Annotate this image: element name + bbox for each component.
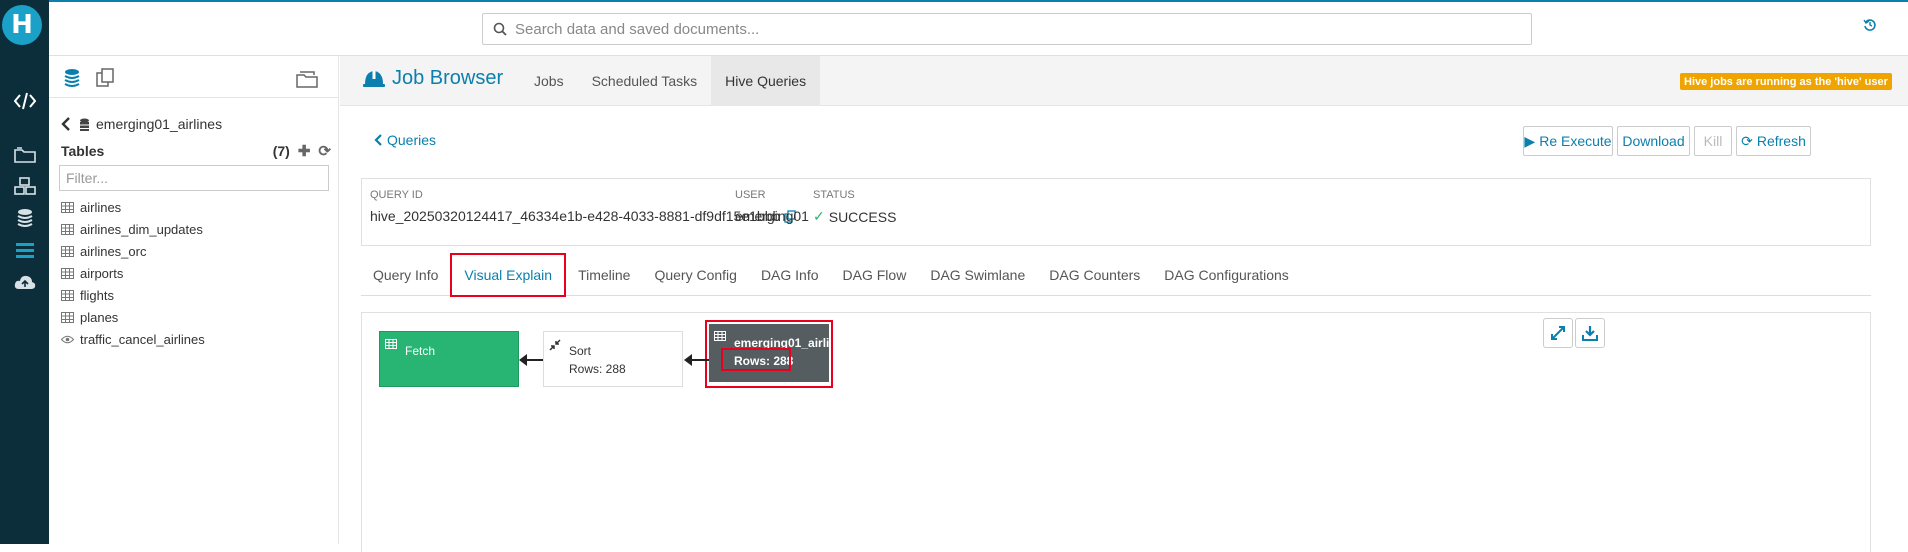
nav-jobs[interactable]: Jobs	[520, 56, 578, 106]
history-icon[interactable]	[1863, 18, 1877, 35]
node-rows: Rows: 288	[569, 362, 626, 376]
refresh-button[interactable]: ⟳ Refresh	[1736, 126, 1811, 156]
query-id-value: hive_20250320124417_46334e1b-e428-4033-8…	[370, 208, 781, 224]
tab-visual-explain[interactable]: Visual Explain	[450, 253, 567, 297]
view-eye-icon	[61, 335, 74, 343]
tab-dag-flow[interactable]: DAG Flow	[831, 254, 919, 296]
editor-code-icon[interactable]	[0, 87, 49, 115]
download-button[interactable]: Download	[1617, 126, 1690, 156]
kill-button[interactable]: Kill	[1694, 126, 1732, 156]
left-assist-panel: emerging01_airlines Tables (7) ✚ ⟳ Filte…	[49, 56, 339, 544]
table-icon	[385, 339, 397, 349]
user-section: USER emerging01	[735, 189, 809, 224]
table-item-planes[interactable]: planes	[61, 306, 331, 328]
query-summary-box: QUERY ID hive_20250320124417_46334e1b-e4…	[361, 178, 1871, 246]
assist-documents-tab-icon[interactable]	[95, 68, 115, 91]
visual-explain-canvas: Fetch Sort Rows: 288 emerging01_airlines…	[361, 312, 1871, 552]
explain-node-sort[interactable]: Sort Rows: 288	[543, 331, 683, 387]
download-icon[interactable]	[1575, 318, 1605, 348]
job-browser-title: Job Browser	[362, 67, 503, 90]
tab-dag-swimlane[interactable]: DAG Swimlane	[918, 254, 1037, 296]
explain-node-fetch[interactable]: Fetch	[379, 331, 519, 387]
query-id-section: QUERY ID hive_20250320124417_46334e1b-e4…	[370, 189, 797, 224]
node-title: Fetch	[405, 344, 436, 358]
query-detail-tabs: Query Info Visual Explain Timeline Query…	[361, 253, 1871, 297]
back-to-queries-link[interactable]: Queries	[374, 132, 436, 148]
refresh-tables-icon[interactable]: ⟳	[318, 142, 331, 160]
tab-dag-info[interactable]: DAG Info	[749, 254, 831, 296]
status-value: SUCCESS	[828, 208, 897, 225]
tables-label: Tables	[61, 143, 105, 159]
cubes-icon[interactable]	[0, 172, 49, 200]
expand-icon[interactable]	[1543, 318, 1573, 348]
hive-user-badge: Hive jobs are running as the 'hive' user	[1680, 73, 1892, 90]
nav-hive-queries[interactable]: Hive Queries	[711, 56, 821, 106]
table-item-airlines[interactable]: airlines	[61, 196, 331, 218]
tab-query-info[interactable]: Query Info	[361, 254, 450, 296]
hard-hat-icon	[363, 70, 385, 87]
node-title: Sort	[569, 344, 592, 358]
table-icon	[61, 223, 74, 235]
table-icon	[61, 245, 74, 257]
table-icon	[61, 201, 74, 213]
assist-tabs	[49, 56, 339, 98]
chevron-left-icon[interactable]	[61, 117, 71, 131]
table-list: airlines airlines_dim_updates airlines_o…	[61, 196, 331, 350]
assist-files-tab-icon[interactable]	[296, 70, 318, 91]
left-nav-rail: H	[0, 0, 49, 544]
nav-scheduled-tasks[interactable]: Scheduled Tasks	[578, 56, 712, 106]
job-browser-icon[interactable]	[0, 236, 49, 264]
tables-header: Tables (7) ✚ ⟳	[61, 142, 331, 160]
tab-dag-configurations[interactable]: DAG Configurations	[1152, 254, 1301, 296]
table-item-traffic-cancel-airlines[interactable]: traffic_cancel_airlines	[61, 328, 331, 350]
edge-table-to-sort	[692, 359, 709, 361]
arrow-head-icon	[684, 354, 692, 366]
database-name: emerging01_airlines	[96, 116, 223, 132]
database-breadcrumb[interactable]: emerging01_airlines	[61, 116, 222, 132]
user-value: emerging01	[735, 208, 809, 224]
filter-placeholder: Filter...	[66, 170, 109, 186]
top-header: Search data and saved documents...	[49, 2, 1908, 56]
tab-dag-counters[interactable]: DAG Counters	[1037, 254, 1152, 296]
search-placeholder: Search data and saved documents...	[515, 20, 760, 38]
tables-count: (7)	[272, 143, 290, 159]
highlight-box-rows	[721, 348, 791, 371]
hue-logo[interactable]: H	[2, 5, 42, 45]
compress-icon	[549, 339, 561, 351]
tab-timeline[interactable]: Timeline	[566, 254, 642, 296]
cloud-upload-icon[interactable]	[0, 268, 49, 296]
arrow-head-icon	[519, 354, 527, 366]
refresh-icon: ⟳	[1741, 132, 1753, 149]
job-browser-bar: Job Browser Jobs Scheduled Tasks Hive Qu…	[340, 56, 1908, 106]
play-icon: ▶	[1524, 132, 1536, 149]
table-icon	[61, 311, 74, 323]
table-filter-input[interactable]: Filter...	[59, 165, 329, 191]
table-item-airlines-orc[interactable]: airlines_orc	[61, 240, 331, 262]
database-icon[interactable]	[0, 204, 49, 232]
global-search-input[interactable]: Search data and saved documents...	[482, 13, 1532, 45]
search-icon	[493, 22, 507, 36]
table-icon	[61, 289, 74, 301]
chevron-left-icon	[374, 134, 382, 146]
main-content: Job Browser Jobs Scheduled Tasks Hive Qu…	[340, 56, 1908, 552]
table-item-airlines-dim-updates[interactable]: airlines_dim_updates	[61, 218, 331, 240]
check-icon: ✓	[813, 208, 825, 224]
job-browser-nav: Jobs Scheduled Tasks Hive Queries	[520, 56, 821, 106]
edge-sort-to-fetch	[527, 359, 543, 361]
table-item-airports[interactable]: airports	[61, 262, 331, 284]
status-section: STATUS ✓ SUCCESS	[813, 189, 897, 225]
assist-database-tab-icon[interactable]	[63, 68, 81, 91]
add-table-icon[interactable]: ✚	[298, 142, 311, 160]
database-small-icon	[80, 118, 89, 131]
table-icon	[61, 267, 74, 279]
files-folder-icon[interactable]	[0, 140, 49, 168]
tab-query-config[interactable]: Query Config	[642, 254, 748, 296]
re-execute-button[interactable]: ▶ Re Execute	[1523, 126, 1613, 156]
table-item-flights[interactable]: flights	[61, 284, 331, 306]
